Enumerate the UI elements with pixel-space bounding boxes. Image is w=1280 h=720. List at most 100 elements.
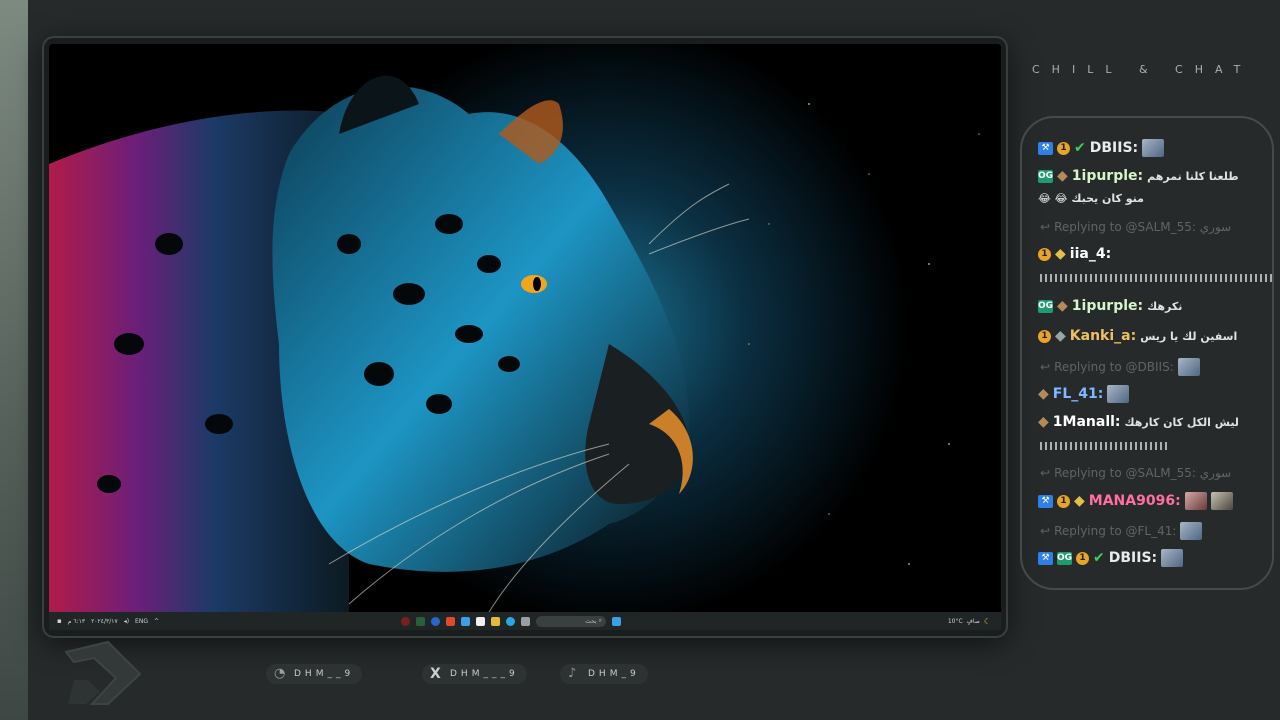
reply-arrow-icon: ↩ [1040,524,1051,538]
verified-badge-icon: ✔ [1074,140,1086,156]
chat-message: ⚒ OG 1 ✔ DBIIS: [1038,549,1262,567]
chat-username[interactable]: DBIIS: [1090,140,1138,156]
sub-badge-icon: 1 [1038,247,1051,261]
chat-message: 1 ◆ Kanki_a: اسفين لك يا ريس [1038,328,1262,344]
chat-username[interactable]: 1ipurple: [1072,168,1143,184]
windows-flag-icon: ▪ [57,617,62,625]
rank-badge-icon: ◆ [1057,298,1068,314]
social-tiktok[interactable]: ♪ DHM_9 [560,664,648,684]
chat-message: ◆ 1Manall: ليش الكل كان كارهك [1038,414,1262,430]
rank-badge-icon: ◆ [1038,386,1049,402]
sub-badge-icon: 1 [1076,551,1089,565]
chat-message: OG ◆ 1ipurple: طلعنا كلنا نمرهم [1038,168,1262,184]
taskbar-apps: بحث ⌕ [401,615,621,627]
app-folder-icon[interactable] [491,616,500,626]
chat-repeated-text [1040,274,1272,282]
og-badge-icon: OG [1038,299,1054,313]
chat-message: 1 ◆ iia_4: [1038,246,1262,262]
lang-indicator[interactable]: ENG [135,618,148,625]
og-badge-icon: OG [1057,551,1073,565]
app-edge-icon[interactable] [506,616,515,626]
search-label: بحث [585,617,597,625]
tiktok-icon: ♪ [568,666,581,681]
app-terminal-icon[interactable] [416,616,425,626]
chevron-up-icon[interactable]: ^ [154,618,159,625]
chat-username[interactable]: MANA9096: [1089,493,1181,509]
app-photos-icon[interactable] [461,616,470,626]
verified-badge-icon: ✔ [1093,550,1105,566]
mod-badge-icon: ⚒ [1038,494,1053,508]
social-handle: DHM__9 [294,669,355,679]
reply-arrow-icon: ↩ [1040,220,1051,234]
app-brave-icon[interactable] [446,616,455,626]
reply-text: Replying to @DBIIS: [1054,360,1174,374]
clock-date: ٢٠٢٤/٣/١٧ [91,617,118,625]
social-handle: DHM___9 [450,669,519,679]
channel-logo-icon [64,640,142,705]
windows-start-icon[interactable] [612,616,621,626]
clock-time: ٦:١٣ م [67,617,86,625]
social-snapchat[interactable]: ◔ DHM__9 [266,664,363,684]
taskbar-clock-area[interactable]: ▪ ٦:١٣ م ٢٠٢٤/٣/١٧ ◂) ENG ^ [57,617,159,625]
app-obs-icon[interactable] [401,616,410,626]
taskbar-search-box[interactable]: بحث ⌕ [536,615,606,627]
reply-line: ↩ Replying to @DBIIS: [1040,358,1200,376]
og-badge-icon: OG [1038,169,1054,183]
mod-badge-icon: ⚒ [1038,551,1053,565]
windows-taskbar: ▪ ٦:١٣ م ٢٠٢٤/٣/١٧ ◂) ENG ^ بحث ⌕ 10°C ص… [49,612,1001,630]
rank-badge-icon: ◆ [1055,246,1066,262]
weather-temp: 10°C [947,617,963,625]
chat-text: طلعنا كلنا نمرهم [1147,169,1239,183]
brand-title: CHILL & CHAT [1032,63,1253,76]
reply-line: ↩ Replying to @SALM_55: سوري [1040,466,1231,480]
chat-text: ليش الكل كان كارهك [1124,415,1239,429]
mod-badge-icon: ⚒ [1038,141,1053,155]
weather-desc: صافٍ [966,617,980,625]
rank-badge-icon: ◆ [1074,493,1085,509]
chat-text: منو كان يحبك 😂 😂 [1038,192,1144,205]
chat-text: نكرهك [1147,299,1183,313]
reply-text: Replying to @FL_41: [1054,524,1177,538]
chat-message: OG ◆ 1ipurple: نكرهك [1038,298,1262,314]
x-icon: X [430,666,445,682]
emote-icon [1107,385,1130,403]
chat-username[interactable]: 1ipurple: [1072,298,1143,314]
reply-arrow-icon: ↩ [1040,466,1051,480]
chat-username[interactable]: 1Manall: [1053,414,1121,430]
moon-icon: ☾ [983,616,991,626]
chat-text: اسفين لك يا ريس [1140,329,1238,343]
snapchat-icon: ◔ [274,666,290,681]
app-store-icon[interactable] [476,616,485,626]
reply-line: ↩ Replying to @SALM_55: سوري [1040,220,1231,234]
emote-icon [1177,358,1200,376]
desktop-wallpaper [49,44,1001,612]
stream-frame: ▪ ٦:١٣ م ٢٠٢٤/٣/١٧ ◂) ENG ^ بحث ⌕ 10°C ص… [44,38,1006,636]
jaguar-wallpaper-image [49,44,1001,612]
reply-line: ↩ Replying to @FL_41: [1040,522,1203,540]
chat-username[interactable]: Kanki_a: [1070,328,1136,344]
emote-icon [1180,522,1203,540]
sub-badge-icon: 1 [1038,329,1051,343]
social-handle: DHM_9 [588,669,640,679]
chat-message: ⚒ 1 ✔ DBIIS: [1038,139,1262,157]
volume-icon[interactable]: ◂) [124,618,129,625]
app-taskview-icon[interactable] [521,616,530,626]
app-chrome-icon[interactable] [431,616,440,626]
chat-panel: ⚒ 1 ✔ DBIIS: OG ◆ 1ipurple: طلعنا كلنا ن… [1020,116,1274,590]
social-x[interactable]: X DHM___9 [422,664,527,684]
chat-repeated-text [1040,442,1170,450]
emote-icon [1161,549,1184,567]
chat-username[interactable]: iia_4: [1070,246,1111,262]
sub-badge-icon: 1 [1057,141,1070,155]
chat-message: ◆ FL_41: [1038,385,1262,403]
weather-widget[interactable]: 10°C صافٍ ☾ [948,617,991,626]
chat-message: ⚒ 1 ◆ MANA9096: [1038,492,1262,510]
search-icon: ⌕ [598,617,602,624]
chat-username[interactable]: DBIIS: [1109,550,1157,566]
left-accent-strip [0,0,28,720]
chat-username[interactable]: FL_41: [1053,386,1104,402]
rank-badge-icon: ◆ [1055,328,1066,344]
rank-badge-icon: ◆ [1057,168,1068,184]
emote-icon [1210,492,1233,510]
emote-icon [1142,139,1165,157]
